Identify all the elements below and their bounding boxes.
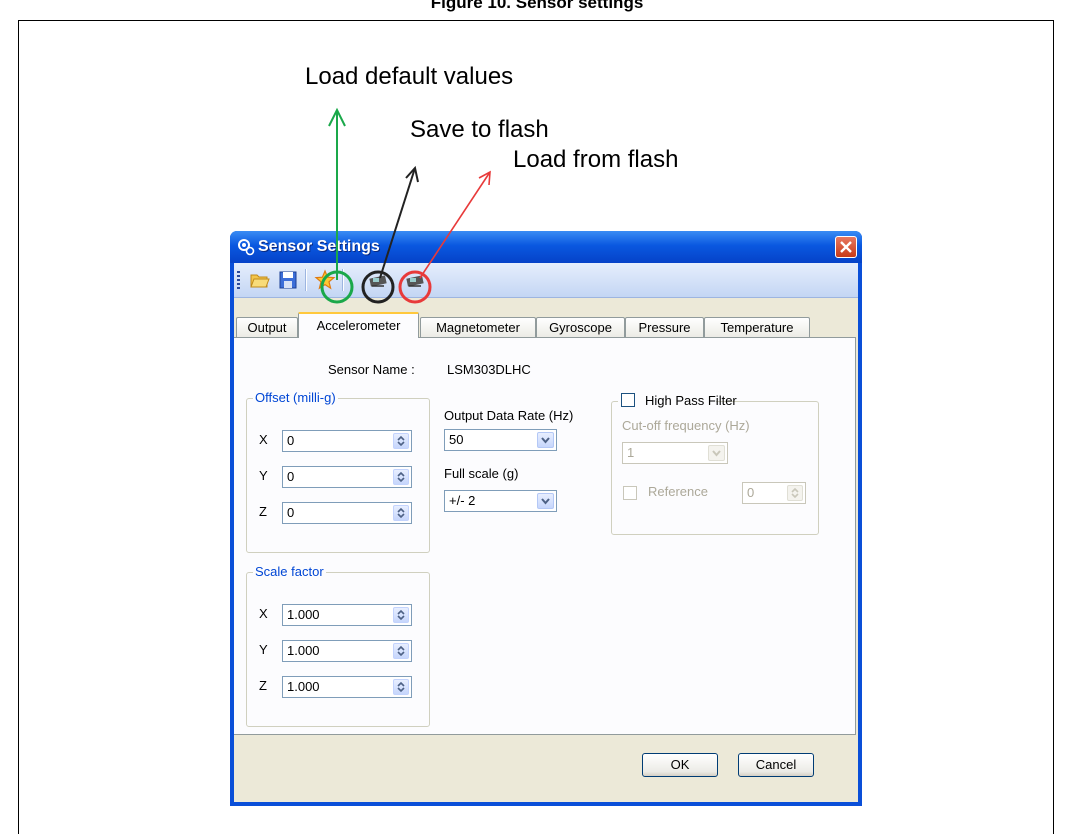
- annotation-overlay: [320, 107, 491, 304]
- save-flash-highlight-circle: [361, 270, 395, 304]
- load-default-arrow: [328, 107, 346, 280]
- save-flash-arrow: [379, 165, 419, 279]
- load-flash-highlight-circle: [398, 270, 432, 304]
- tab-accelerometer[interactable]: Accelerometer: [298, 312, 419, 338]
- load-flash-arrow: [419, 170, 491, 279]
